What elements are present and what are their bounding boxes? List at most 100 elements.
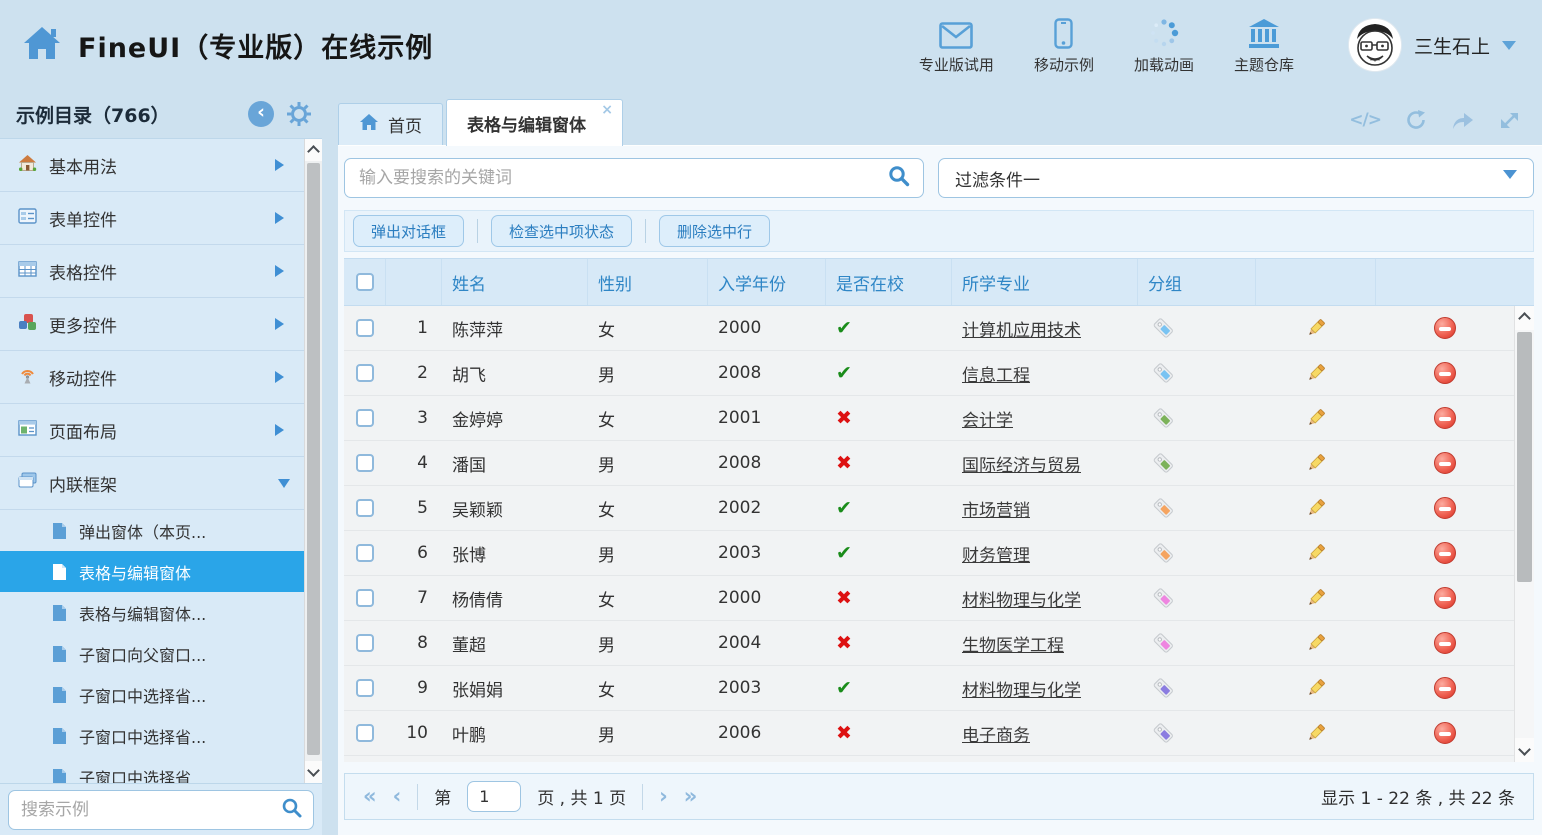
last-page-button[interactable]: »: [684, 786, 698, 807]
collapse-sidebar-button[interactable]: ‹: [248, 101, 274, 127]
major-link[interactable]: 市场营销: [962, 496, 1030, 521]
nav-label: 主题仓库: [1234, 54, 1294, 75]
scroll-up-icon[interactable]: [305, 139, 322, 161]
expand-icon[interactable]: [1499, 110, 1520, 131]
scrollbar-thumb[interactable]: [307, 163, 320, 755]
major-link[interactable]: 电子商务: [962, 721, 1030, 746]
major-link[interactable]: 财务管理: [962, 541, 1030, 566]
major-link[interactable]: 信息工程: [962, 361, 1030, 386]
edit-icon[interactable]: [1304, 361, 1328, 385]
edit-icon[interactable]: [1304, 316, 1328, 340]
nav-loading[interactable]: 加载动画: [1134, 15, 1194, 75]
edit-icon[interactable]: [1304, 541, 1328, 565]
antenna-icon: [18, 366, 37, 389]
sidebar-child-grid-edit-window-2[interactable]: 表格与编辑窗体...: [0, 592, 304, 633]
row-checkbox[interactable]: [356, 679, 374, 697]
row-checkbox[interactable]: [356, 454, 374, 472]
sidebar-item-basic-usage[interactable]: 基本用法: [0, 139, 304, 192]
delete-icon[interactable]: [1434, 497, 1456, 519]
source-code-icon[interactable]: </>: [1349, 110, 1381, 130]
table-scrollbar[interactable]: [1514, 306, 1534, 762]
sidebar-child-select-province-3[interactable]: 子窗口中选择省: [0, 756, 304, 783]
select-all-checkbox[interactable]: [356, 273, 374, 291]
spinner-icon: [1148, 15, 1180, 49]
major-link[interactable]: 材料物理与化学: [962, 676, 1081, 701]
delete-icon[interactable]: [1434, 632, 1456, 654]
tab-home[interactable]: 首页: [338, 103, 443, 145]
refresh-icon[interactable]: [1405, 109, 1427, 131]
nav-trial[interactable]: 专业版试用: [919, 15, 994, 75]
sidebar-child-select-province-1[interactable]: 子窗口中选择省...: [0, 674, 304, 715]
nav-mobile-demo[interactable]: 移动示例: [1034, 15, 1094, 75]
major-link[interactable]: 计算机应用技术: [962, 316, 1081, 341]
search-icon[interactable]: [281, 797, 303, 823]
major-link[interactable]: 生物医学工程: [962, 631, 1064, 656]
tab-grid-edit-window[interactable]: 表格与编辑窗体 ×: [446, 99, 623, 146]
page-number-input[interactable]: [467, 781, 521, 812]
user-menu[interactable]: 三生石上: [1348, 18, 1516, 72]
next-page-button[interactable]: ›: [659, 786, 668, 807]
major-link[interactable]: 会计学: [962, 406, 1013, 431]
delete-icon[interactable]: [1434, 407, 1456, 429]
share-icon[interactable]: [1451, 110, 1475, 130]
chevron-right-icon: [275, 318, 290, 330]
major-link[interactable]: 国际经济与贸易: [962, 451, 1081, 476]
scroll-down-icon[interactable]: [1515, 738, 1534, 762]
edit-icon[interactable]: [1304, 631, 1328, 655]
sidebar-item-form-controls[interactable]: 表单控件: [0, 192, 304, 245]
filter-dropdown[interactable]: 过滤条件一: [938, 158, 1534, 198]
sidebar-child-popup-window[interactable]: 弹出窗体（本页...: [0, 510, 304, 551]
sidebar-child-select-province-2[interactable]: 子窗口中选择省...: [0, 715, 304, 756]
sidebar-item-page-layout[interactable]: 页面布局: [0, 404, 304, 457]
filter-value: 过滤条件一: [955, 166, 1040, 191]
edit-icon[interactable]: [1304, 676, 1328, 700]
scroll-down-icon[interactable]: [305, 761, 322, 783]
row-checkbox[interactable]: [356, 544, 374, 562]
sidebar-child-child-to-parent[interactable]: 子窗口向父窗口...: [0, 633, 304, 674]
close-icon[interactable]: ×: [601, 103, 613, 117]
gear-icon[interactable]: [286, 101, 312, 127]
edit-icon[interactable]: [1304, 496, 1328, 520]
sidebar-item-mobile-controls[interactable]: 移动控件: [0, 351, 304, 404]
sidebar-scrollbar[interactable]: [304, 139, 322, 783]
first-page-button[interactable]: «: [363, 786, 377, 807]
sidebar-child-label: 弹出窗体（本页...: [79, 519, 206, 543]
delete-icon[interactable]: [1434, 452, 1456, 474]
row-checkbox[interactable]: [356, 364, 374, 382]
open-dialog-button[interactable]: 弹出对话框: [353, 215, 464, 247]
edit-icon[interactable]: [1304, 451, 1328, 475]
scroll-up-icon[interactable]: [1515, 306, 1534, 330]
enrolled-status-icon: ✔: [836, 542, 852, 564]
edit-icon[interactable]: [1304, 586, 1328, 610]
row-checkbox[interactable]: [356, 634, 374, 652]
sidebar-child-grid-edit-window[interactable]: 表格与编辑窗体: [0, 551, 304, 592]
scrollbar-thumb[interactable]: [1517, 332, 1532, 582]
edit-icon[interactable]: [1304, 721, 1328, 745]
sidebar-search-input[interactable]: [19, 799, 273, 821]
sidebar-item-grid-controls[interactable]: 表格控件: [0, 245, 304, 298]
cell-entrance-year: 2000: [708, 576, 826, 620]
row-checkbox[interactable]: [356, 589, 374, 607]
row-checkbox[interactable]: [356, 319, 374, 337]
sidebar-item-more-controls[interactable]: 更多控件: [0, 298, 304, 351]
delete-selected-button[interactable]: 删除选中行: [659, 215, 770, 247]
row-checkbox[interactable]: [356, 409, 374, 427]
major-link[interactable]: 材料物理与化学: [962, 586, 1081, 611]
edit-icon[interactable]: [1304, 406, 1328, 430]
check-selection-button[interactable]: 检查选中项状态: [491, 215, 632, 247]
delete-icon[interactable]: [1434, 587, 1456, 609]
chevron-down-icon: [278, 479, 290, 494]
row-checkbox[interactable]: [356, 499, 374, 517]
row-checkbox[interactable]: [356, 724, 374, 742]
delete-icon[interactable]: [1434, 722, 1456, 744]
sidebar-item-iframe[interactable]: 内联框架: [0, 457, 304, 510]
nav-theme-store[interactable]: 主题仓库: [1234, 15, 1294, 75]
search-icon[interactable]: [887, 164, 911, 192]
keyword-search-input[interactable]: [357, 167, 879, 189]
header-select-all[interactable]: [344, 259, 386, 305]
delete-icon[interactable]: [1434, 542, 1456, 564]
delete-icon[interactable]: [1434, 362, 1456, 384]
delete-icon[interactable]: [1434, 677, 1456, 699]
prev-page-button[interactable]: ‹: [393, 786, 402, 807]
delete-icon[interactable]: [1434, 317, 1456, 339]
